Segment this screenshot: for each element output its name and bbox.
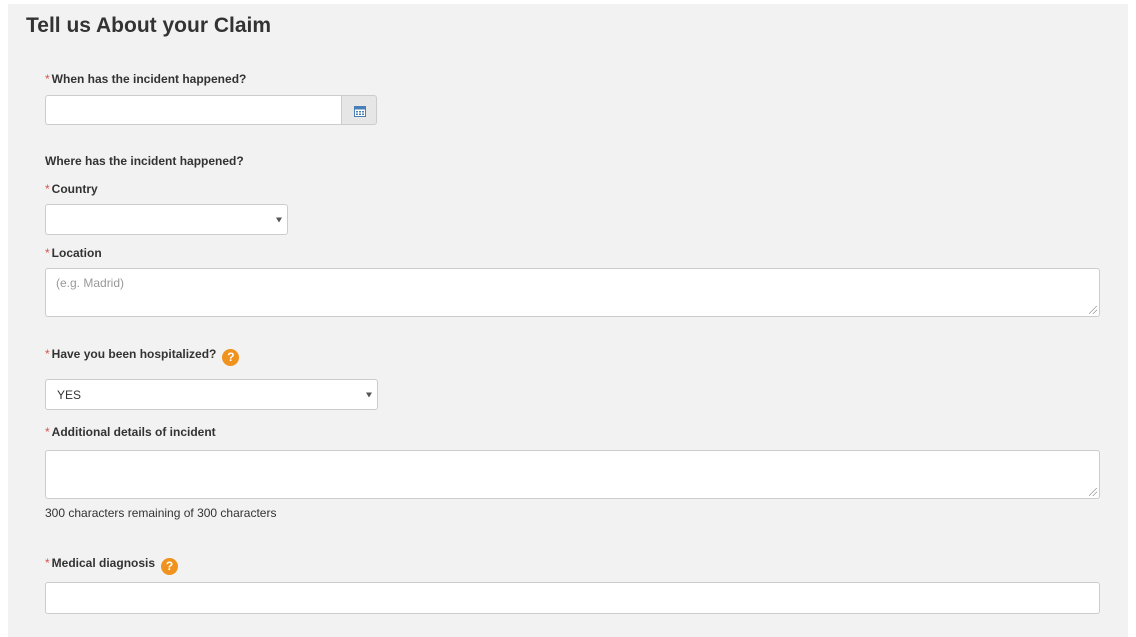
resize-handle-icon[interactable]	[1089, 488, 1097, 496]
location-placeholder: (e.g. Madrid)	[56, 276, 125, 290]
hospitalized-select[interactable]: YES	[45, 379, 378, 410]
required-marker: *	[45, 72, 50, 86]
country-label: * Country	[45, 182, 98, 196]
required-marker: *	[45, 246, 50, 260]
location-textarea[interactable]: (e.g. Madrid)	[45, 268, 1100, 317]
incident-date-input[interactable]	[45, 95, 342, 125]
hospitalized-label: * Have you been hospitalized??	[45, 347, 240, 366]
location-label: * Location	[45, 246, 102, 260]
country-select[interactable]	[45, 204, 288, 235]
additional-details-label: * Additional details of incident	[45, 425, 216, 439]
character-counter: 300 characters remaining of 300 characte…	[45, 506, 277, 520]
chevron-down-icon	[366, 392, 372, 397]
required-marker: *	[45, 556, 50, 570]
where-heading: Where has the incident happened?	[45, 154, 244, 168]
required-marker: *	[45, 347, 50, 361]
help-icon[interactable]: ?	[222, 349, 240, 366]
incident-date-label: * When has the incident happened?	[45, 72, 247, 86]
required-marker: *	[45, 425, 50, 439]
calendar-button[interactable]	[341, 95, 377, 125]
medical-diagnosis-input[interactable]	[45, 582, 1100, 614]
chevron-down-icon	[276, 217, 282, 222]
additional-details-textarea[interactable]	[45, 450, 1100, 499]
required-marker: *	[45, 182, 50, 196]
help-icon[interactable]: ?	[161, 558, 179, 575]
page-title: Tell us About your Claim	[26, 14, 272, 37]
calendar-icon	[354, 106, 366, 117]
hospitalized-selected-value: YES	[57, 387, 82, 402]
medical-diagnosis-label: * Medical diagnosis?	[45, 556, 179, 575]
resize-handle-icon[interactable]	[1089, 306, 1097, 314]
